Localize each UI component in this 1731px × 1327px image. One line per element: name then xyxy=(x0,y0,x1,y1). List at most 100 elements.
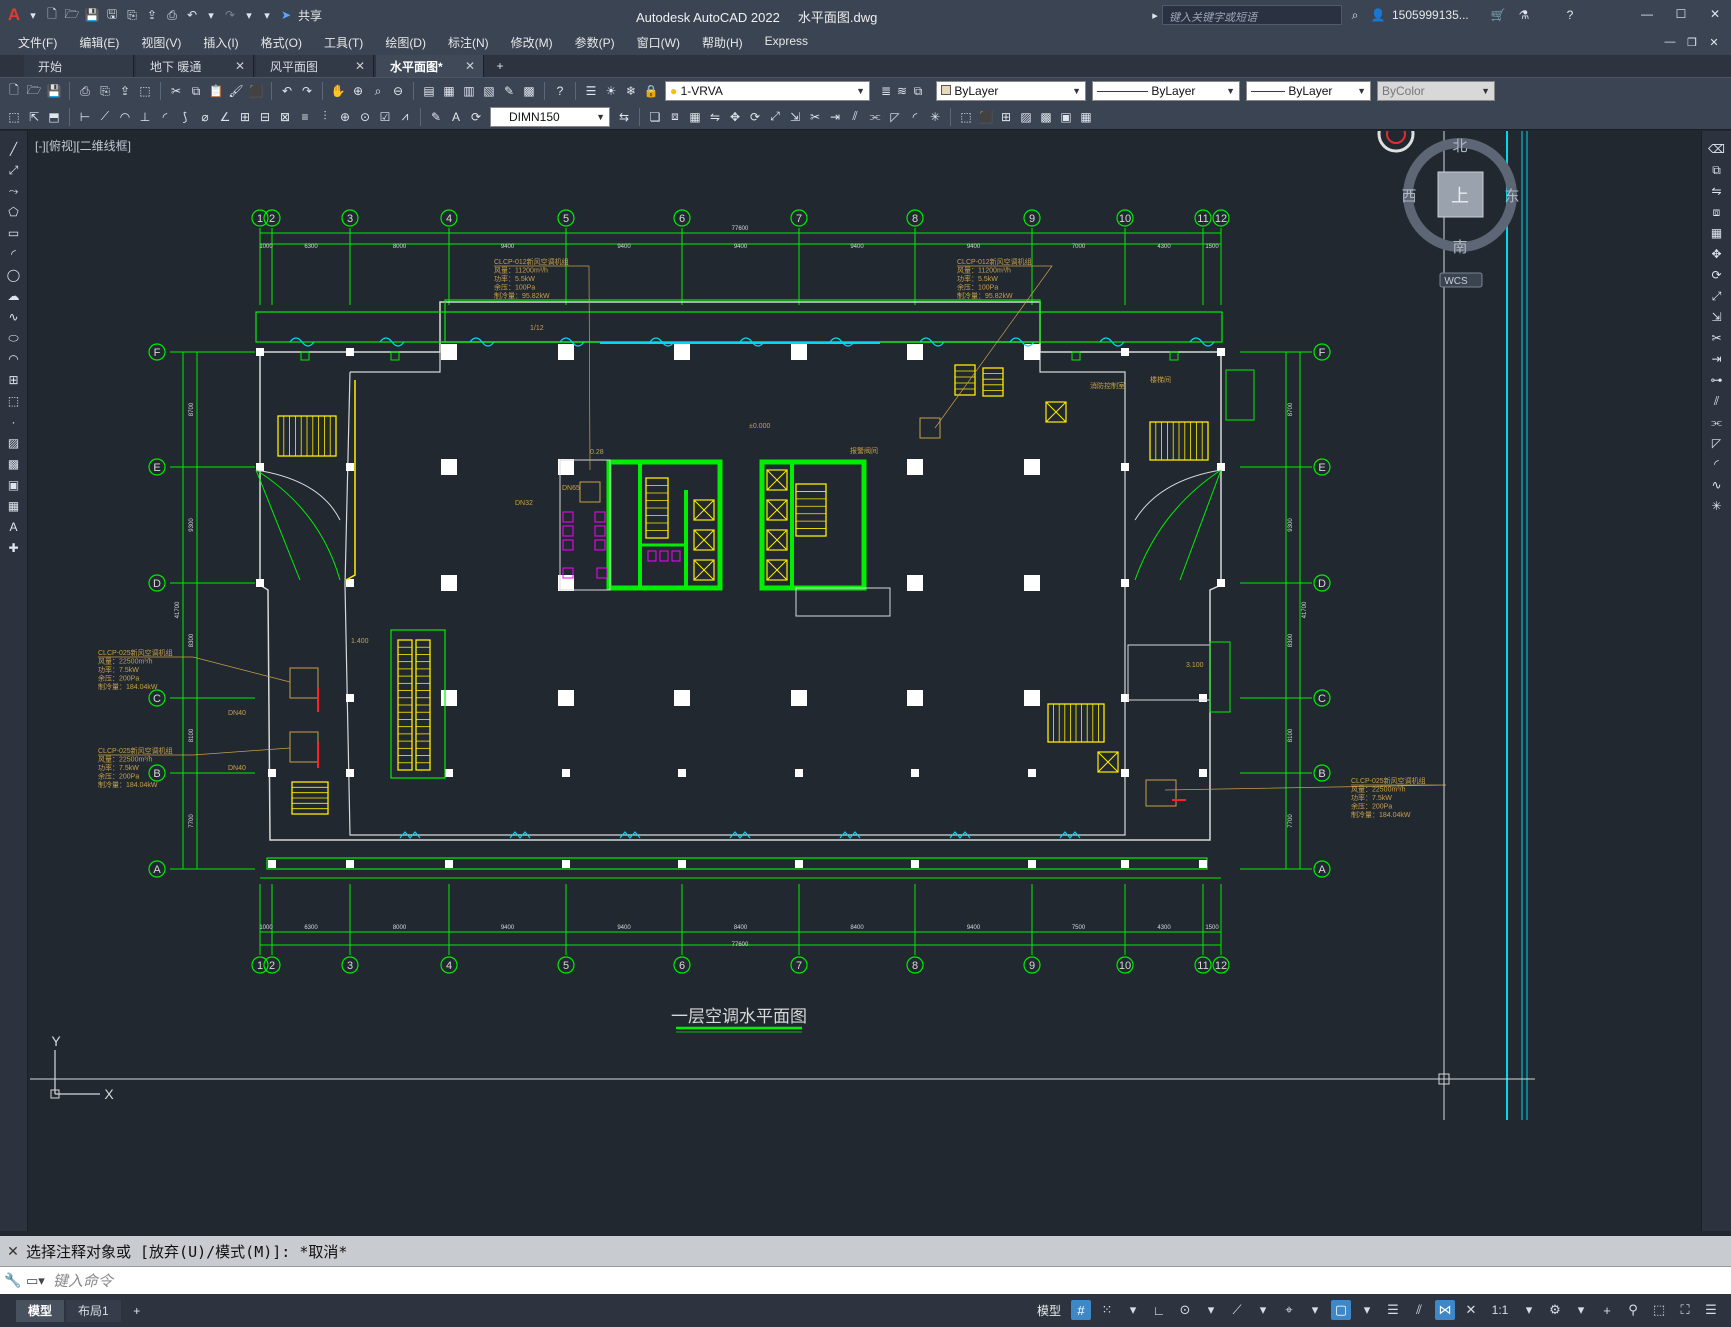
settings-icon[interactable]: ⚙ xyxy=(1545,1300,1565,1320)
cart-icon[interactable]: 🛒 xyxy=(1490,7,1506,23)
offset-icon[interactable]: ⧈ xyxy=(1709,204,1725,220)
osnap-icon[interactable]: ⌖ xyxy=(1279,1300,1299,1320)
array-icon[interactable]: ▦ xyxy=(1709,225,1725,241)
user-name[interactable]: 1505999135... xyxy=(1392,8,1469,22)
sun-icon[interactable]: ☀ xyxy=(603,83,619,99)
help-icon[interactable]: ? xyxy=(1562,7,1578,23)
gradient-icon[interactable]: ▩ xyxy=(1038,109,1054,125)
menu-item[interactable]: 视图(V) xyxy=(141,34,181,51)
chevron-down-icon[interactable]: ▾ xyxy=(1201,1300,1221,1320)
layer-dropdown[interactable]: ● 1-VRVA ▼ xyxy=(665,81,870,101)
3d-print-icon[interactable]: ⬚ xyxy=(137,83,153,99)
dim-edit-icon[interactable]: ✎ xyxy=(428,109,444,125)
inspect-icon[interactable]: ☑ xyxy=(377,109,393,125)
user-icon[interactable]: 👤 xyxy=(1370,7,1386,23)
layer-match-icon[interactable]: ⧉ xyxy=(910,83,926,99)
command-prompt-icon[interactable]: ▭▾ xyxy=(26,1273,45,1289)
zoom-realtime-icon[interactable]: ⊕ xyxy=(350,83,366,99)
tab-close-icon[interactable]: ✕ xyxy=(355,59,365,73)
menu-item[interactable]: 帮助(H) xyxy=(702,34,743,51)
add-icon[interactable]: + xyxy=(1597,1300,1617,1320)
stretch-icon[interactable]: ⇲ xyxy=(1709,309,1725,325)
plotstyle-dropdown[interactable]: ByColor ▼ xyxy=(1377,81,1495,101)
add-layout-icon[interactable]: + xyxy=(129,1303,145,1319)
save-icon[interactable]: 💾 xyxy=(46,83,62,99)
dim-override-icon[interactable]: ⇆ xyxy=(616,109,632,125)
blend-curves-icon[interactable]: ∿ xyxy=(1709,477,1725,493)
chevron-down-icon[interactable]: ▾ xyxy=(1571,1300,1591,1320)
circle-icon[interactable]: ◯ xyxy=(6,267,22,283)
layout-tab[interactable]: 模型 xyxy=(16,1299,65,1322)
model-space-button[interactable]: 模型 xyxy=(1037,1302,1061,1319)
multiline-text-icon[interactable]: A xyxy=(6,519,22,535)
app-logo-icon[interactable]: A xyxy=(6,5,22,24)
menu-item[interactable]: 编辑(E) xyxy=(79,34,119,51)
freeze-icon[interactable]: ❄ xyxy=(623,83,639,99)
center-mark-icon[interactable]: ⊙ xyxy=(357,109,373,125)
file-tab[interactable]: 地下 暖通 ✕ xyxy=(136,55,254,77)
viewport-controls-label[interactable]: [-][俯视][二维线框] xyxy=(35,137,131,154)
polyline-icon[interactable]: ⤳ xyxy=(6,183,22,199)
insert-block-icon[interactable]: ⊞ xyxy=(6,372,22,388)
autoscale-icon[interactable]: ✕ xyxy=(1461,1300,1481,1320)
jogged-dim-icon[interactable]: ⟆ xyxy=(177,109,193,125)
fillet-icon[interactable]: ◜ xyxy=(1709,456,1725,472)
undo-icon[interactable]: ↶ xyxy=(184,7,200,23)
polar-icon[interactable]: ⊙ xyxy=(1175,1300,1195,1320)
transparency-icon[interactable]: ⫽ xyxy=(1409,1300,1429,1320)
layer-iso-icon[interactable]: ⬒ xyxy=(46,109,62,125)
linear-dim-icon[interactable]: ⊢ xyxy=(77,109,93,125)
dim-break-icon[interactable]: ⫶ xyxy=(317,109,333,125)
chevron-down-icon[interactable]: ▾ xyxy=(242,8,256,22)
grid-icon[interactable]: # xyxy=(1071,1300,1091,1320)
match-properties-icon[interactable]: 🖌 xyxy=(228,83,244,99)
table-icon[interactable]: ▦ xyxy=(6,498,22,514)
markup-icon[interactable]: ✎ xyxy=(501,83,517,99)
hatch-icon[interactable]: ▨ xyxy=(1018,109,1034,125)
explode-icon[interactable]: ✳ xyxy=(1709,498,1725,514)
calculator-icon[interactable]: ▩ xyxy=(521,83,537,99)
annotation-visibility-icon[interactable]: ⋈ xyxy=(1435,1300,1455,1320)
customize-icon[interactable]: ☰ xyxy=(1701,1300,1721,1320)
move-icon[interactable]: ✥ xyxy=(727,109,743,125)
menu-item[interactable]: 文件(F) xyxy=(18,34,57,51)
region-icon[interactable]: ▣ xyxy=(1058,109,1074,125)
plot-icon[interactable]: ⎙ xyxy=(77,83,93,99)
chevron-down-icon[interactable]: ▾ xyxy=(1253,1300,1273,1320)
zoom-previous-icon[interactable]: ⊖ xyxy=(390,83,406,99)
tolerance-icon[interactable]: ⊕ xyxy=(337,109,353,125)
arc-length-icon[interactable]: ◠ xyxy=(117,109,133,125)
extend-icon[interactable]: ⇥ xyxy=(827,109,843,125)
erase-icon[interactable]: ⌫ xyxy=(1708,141,1725,157)
lineweight-dropdown[interactable]: ──── ByLayer ▼ xyxy=(1246,81,1371,101)
continue-dim-icon[interactable]: ⊠ xyxy=(277,109,293,125)
ordinate-dim-icon[interactable]: ⊥ xyxy=(137,109,153,125)
break-icon[interactable]: ⫽ xyxy=(1709,393,1725,409)
tab-close-icon[interactable]: ✕ xyxy=(235,59,245,73)
snap-icon[interactable]: ⁙ xyxy=(1097,1300,1117,1320)
annotation-scale-icon[interactable]: 1:1 xyxy=(1487,1300,1513,1320)
lineweight-icon[interactable]: ☰ xyxy=(1383,1300,1403,1320)
chevron-down-icon[interactable]: ▾ xyxy=(26,8,40,22)
help-icon[interactable]: ? xyxy=(552,83,568,99)
file-tab[interactable]: 开始 xyxy=(24,55,134,77)
pan-icon[interactable]: ✋ xyxy=(330,83,346,99)
scale-icon[interactable]: ⤢ xyxy=(1709,288,1725,304)
attribute-icon[interactable]: ⊞ xyxy=(998,109,1014,125)
rotate-icon[interactable]: ⟳ xyxy=(747,109,763,125)
properties-icon[interactable]: ▤ xyxy=(421,83,437,99)
design-center-icon[interactable]: ▦ xyxy=(441,83,457,99)
fillet-icon[interactable]: ◜ xyxy=(907,109,923,125)
customize-icon[interactable]: 🔧 xyxy=(0,1272,26,1289)
scale-icon[interactable]: ⤢ xyxy=(767,109,783,125)
publish-icon[interactable]: ⇪ xyxy=(117,83,133,99)
open-file-icon[interactable]: 🗁 xyxy=(64,7,80,23)
construction-line-icon[interactable]: ⤢ xyxy=(6,162,22,178)
menu-item[interactable]: 修改(M) xyxy=(511,34,553,51)
menu-item[interactable]: 参数(P) xyxy=(575,34,615,51)
revision-cloud-icon[interactable]: ☁ xyxy=(6,288,22,304)
menu-item[interactable]: 工具(T) xyxy=(324,34,363,51)
trim-icon[interactable]: ✂ xyxy=(1709,330,1725,346)
command-line[interactable]: 🔧 ▭▾ 键入命令 xyxy=(0,1266,1731,1294)
radius-dim-icon[interactable]: ◜ xyxy=(157,109,173,125)
